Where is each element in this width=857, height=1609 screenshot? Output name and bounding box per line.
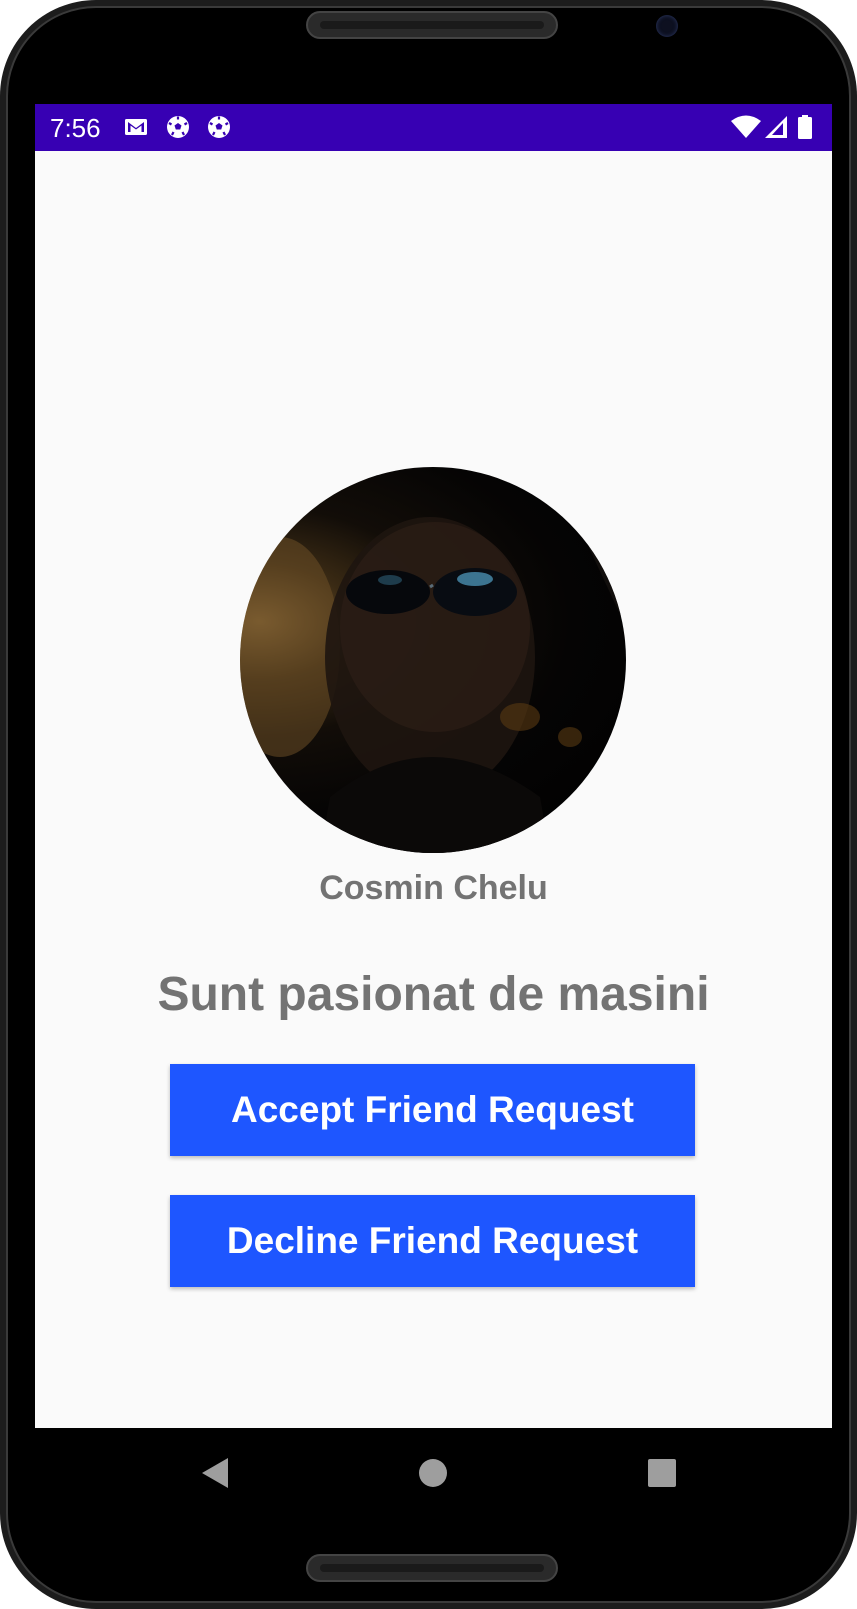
back-icon[interactable] — [190, 1448, 240, 1498]
status-time: 7:56 — [50, 113, 101, 143]
battery-icon — [792, 114, 818, 140]
soccer-ball-icon — [206, 114, 232, 140]
gmail-icon — [123, 114, 149, 140]
front-camera — [656, 15, 678, 37]
screen: 7:56 Cosmin Chelu Sunt pasionat de masin… — [35, 104, 832, 1517]
profile-avatar — [240, 467, 626, 853]
device-frame: 7:56 Cosmin Chelu Sunt pasionat de masin… — [0, 0, 857, 1609]
status-bar: 7:56 — [35, 104, 832, 151]
top-speaker — [306, 11, 558, 39]
profile-name: Cosmin Chelu — [319, 869, 548, 907]
profile-content: Cosmin Chelu Sunt pasionat de masini Acc… — [35, 151, 832, 1428]
accept-friend-request-button[interactable]: Accept Friend Request — [170, 1064, 695, 1156]
decline-friend-request-button[interactable]: Decline Friend Request — [170, 1195, 695, 1287]
soccer-ball-icon — [165, 114, 191, 140]
navigation-bar — [35, 1428, 832, 1517]
home-icon[interactable] — [408, 1448, 458, 1498]
recents-icon[interactable] — [637, 1448, 687, 1498]
profile-bio: Sunt pasionat de masini — [157, 968, 710, 1021]
bottom-speaker — [306, 1554, 558, 1582]
cell-signal-icon — [763, 114, 789, 140]
wifi-icon — [730, 114, 762, 140]
